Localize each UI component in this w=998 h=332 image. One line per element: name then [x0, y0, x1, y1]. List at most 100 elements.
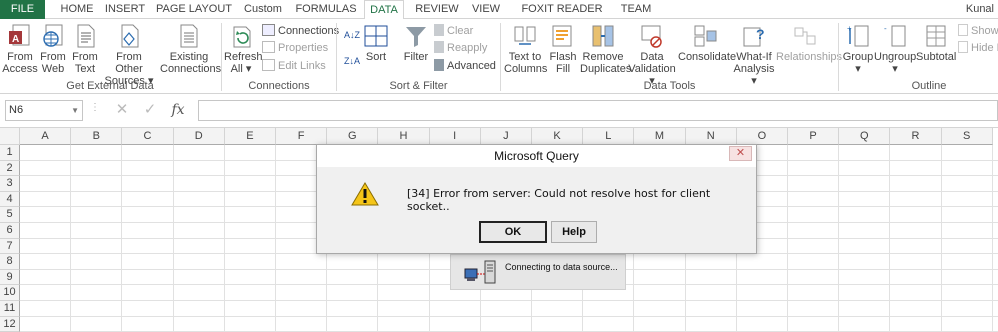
group-icon: + — [847, 24, 869, 47]
from-text-label-2: Text — [74, 63, 96, 75]
show-label: Show — [971, 25, 998, 37]
column-header-m[interactable]: M — [634, 128, 686, 145]
tab-custom[interactable]: Custom — [240, 0, 286, 19]
column-header-a[interactable]: A — [20, 128, 72, 145]
access-icon: A — [9, 24, 30, 46]
group-button[interactable]: + Group ▾ — [842, 23, 874, 75]
consolidate-button[interactable]: Consolidate — [678, 23, 736, 63]
column-header-q[interactable]: Q — [839, 128, 891, 145]
refresh-all-button[interactable]: Refresh All ▾ — [224, 23, 263, 75]
from-web-button[interactable]: From Web — [38, 23, 68, 75]
column-header-n[interactable]: N — [685, 128, 737, 145]
remove-duplicates-button[interactable]: Remove Duplicates — [580, 23, 631, 75]
column-header-r[interactable]: R — [890, 128, 942, 145]
advanced-label: Advanced — [447, 60, 496, 72]
from-other-sources-button[interactable]: From Other Sources ▾ — [102, 23, 156, 87]
column-header-b[interactable]: B — [71, 128, 123, 145]
show-detail-button[interactable]: Show — [958, 23, 998, 39]
subtotal-button[interactable]: Subtotal — [916, 23, 956, 63]
properties-button[interactable]: Properties — [262, 40, 328, 56]
from-text-button[interactable]: From Text — [70, 23, 100, 75]
insert-function-icon[interactable]: fx — [168, 100, 188, 120]
subtotal-icon — [926, 25, 946, 47]
column-header-h[interactable]: H — [378, 128, 430, 145]
row-header-9[interactable]: 9 — [0, 269, 20, 286]
hide-detail-button[interactable]: Hide D — [958, 40, 998, 56]
column-header-d[interactable]: D — [173, 128, 225, 145]
gridline — [20, 315, 998, 317]
filter-icon — [406, 27, 426, 47]
more-icon: ⋮ — [90, 102, 101, 113]
select-all-corner[interactable] — [0, 128, 20, 145]
column-header-o[interactable]: O — [736, 128, 788, 145]
column-header-i[interactable]: I — [429, 128, 481, 145]
flash-fill-button[interactable]: Flash Fill — [548, 23, 578, 75]
close-icon[interactable]: ✕ — [729, 146, 752, 161]
row-header-12[interactable]: 12 — [0, 316, 20, 332]
formula-input[interactable] — [198, 100, 998, 121]
row-header-11[interactable]: 11 — [0, 301, 20, 317]
connections-button[interactable]: Connections — [262, 23, 339, 39]
tab-review[interactable]: REVIEW — [412, 0, 462, 19]
existing-connections-button[interactable]: Existing Connections — [160, 23, 221, 75]
tab-page-layout[interactable]: PAGE LAYOUT — [156, 0, 232, 19]
row-header-3[interactable]: 3 — [0, 176, 20, 192]
column-header-j[interactable]: J — [480, 128, 532, 145]
filter-button[interactable]: Filter — [402, 23, 430, 63]
properties-icon — [262, 41, 275, 53]
properties-label: Properties — [278, 42, 329, 54]
from-web-label-1: From — [40, 51, 66, 63]
row-header-8[interactable]: 8 — [0, 254, 20, 270]
tab-file[interactable]: FILE — [0, 0, 45, 19]
row-header-6[interactable]: 6 — [0, 223, 20, 239]
row-header-5[interactable]: 5 — [0, 207, 20, 223]
data-validation-button[interactable]: Data Validation ▾ — [628, 23, 676, 87]
tab-formulas[interactable]: FORMULAS — [294, 0, 358, 19]
tab-team[interactable]: TEAM — [618, 0, 654, 19]
user-name[interactable]: Kunal — [966, 0, 994, 19]
text-to-columns-button[interactable]: Text to Columns — [504, 23, 547, 75]
svg-text:-: - — [884, 24, 887, 33]
sort-az-button[interactable]: A↓Z — [344, 27, 360, 43]
chevron-down-icon[interactable]: ▼ — [71, 101, 79, 120]
relationships-button[interactable]: Relationships — [776, 23, 842, 63]
tab-foxit-reader-pdf[interactable]: FOXIT READER PDF — [512, 0, 612, 34]
clear-icon — [434, 24, 444, 36]
tab-data[interactable]: DATA — [364, 0, 404, 20]
enter-icon[interactable]: ✓ — [140, 100, 160, 120]
column-header-e[interactable]: E — [224, 128, 276, 145]
column-header-p[interactable]: P — [788, 128, 840, 145]
row-header-7[interactable]: 7 — [0, 238, 20, 255]
from-access-button[interactable]: A From Access — [2, 23, 38, 75]
row-header-4[interactable]: 4 — [0, 191, 20, 208]
column-header-s[interactable]: S — [941, 128, 993, 145]
name-box[interactable]: N6 ▼ — [5, 100, 83, 121]
clear-button[interactable]: Clear — [434, 23, 473, 39]
column-header-g[interactable]: G — [327, 128, 379, 145]
ok-button[interactable]: OK — [479, 221, 547, 243]
ungroup-button[interactable]: - Ungroup ▾ — [874, 23, 916, 75]
column-header-k[interactable]: K — [532, 128, 584, 145]
column-header-c[interactable]: C — [122, 128, 174, 145]
reapply-button[interactable]: Reapply — [434, 40, 487, 56]
column-header-f[interactable]: F — [276, 128, 328, 145]
ungroup-label-1: Ungroup — [874, 51, 917, 63]
what-if-analysis-button[interactable]: ? What-If Analysis ▾ — [732, 23, 776, 87]
tab-view[interactable]: VIEW — [468, 0, 504, 19]
tab-insert[interactable]: INSERT — [102, 0, 148, 19]
refresh-icon — [233, 26, 251, 48]
column-header-l[interactable]: L — [583, 128, 635, 145]
edit-links-button[interactable]: Edit Links — [262, 58, 326, 74]
help-button[interactable]: Help — [551, 221, 597, 243]
sort-za-button[interactable]: Z↓A — [344, 53, 360, 69]
row-header-1[interactable]: 1 — [0, 145, 20, 161]
sort-button[interactable]: Sort — [362, 23, 390, 63]
advanced-button[interactable]: Advanced — [434, 58, 496, 74]
clear-label: Clear — [447, 25, 474, 37]
cancel-icon[interactable]: ✕ — [112, 100, 132, 120]
row-header-10[interactable]: 10 — [0, 285, 20, 301]
tab-home[interactable]: HOME — [52, 0, 102, 19]
consolidate-icon — [694, 25, 717, 47]
row-header-2[interactable]: 2 — [0, 160, 20, 177]
ungroup-label-2: ▾ — [892, 63, 898, 75]
